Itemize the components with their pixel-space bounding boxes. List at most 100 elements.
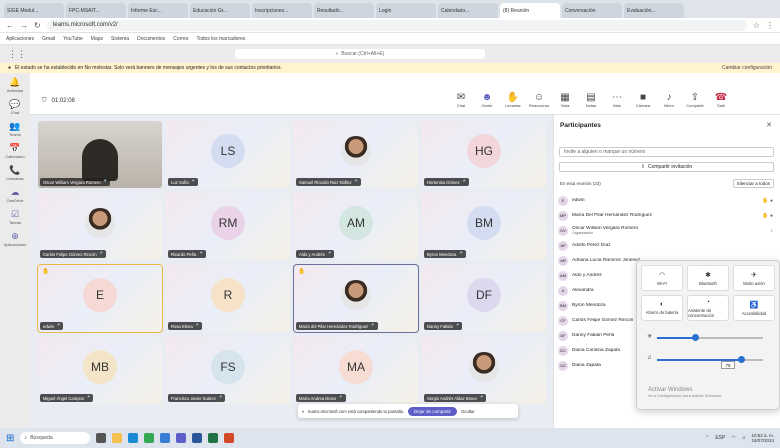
mute-all-button[interactable]: Silenciar a todos	[732, 179, 774, 188]
browser-tab[interactable]: Resultado...	[314, 3, 374, 18]
tool-button[interactable]: ▤ Notas	[580, 93, 602, 109]
volume-slider[interactable]: ♫	[647, 355, 769, 365]
browser-tab[interactable]: Educación Gr...	[190, 3, 250, 18]
forward-icon[interactable]: →	[20, 21, 28, 30]
rail-item[interactable]: 🔔 Actividad	[7, 77, 23, 93]
participant-tile[interactable]: E ✋ edwin 🎤	[37, 264, 163, 333]
invite-input[interactable]: Invite a alguien o marque un número	[559, 147, 774, 157]
participant-tile[interactable]: DF Danny Fabián 🎤	[422, 265, 546, 332]
participant-tile[interactable]: Oscar William Vergara Romero 🎤	[38, 121, 162, 188]
quick-setting-tile[interactable]: ✈ Modo avión	[733, 265, 775, 291]
participant-tile[interactable]: FS Francisco Javier Suárez 🎤	[166, 337, 290, 404]
powerpoint-icon[interactable]	[224, 433, 235, 443]
rail-item[interactable]: 👥 Teams	[9, 121, 21, 137]
tool-button[interactable]: ■ Cámara	[632, 93, 654, 109]
change-settings-link[interactable]: Cambiar configuración	[722, 65, 772, 71]
participant-tile[interactable]: AM Aldo y Andrés 🎤	[294, 193, 418, 260]
rail-item[interactable]: ☑ Tareas	[9, 209, 21, 225]
participant-tile[interactable]: MA María Andrea Bravo 🎤	[294, 337, 418, 404]
speaker-icon[interactable]: ♫	[742, 435, 746, 441]
quick-setting-tile[interactable]: ◔ Asistente de concentración	[687, 295, 729, 321]
brightness-slider[interactable]: ☀	[647, 333, 769, 343]
brightness-knob[interactable]	[691, 334, 699, 341]
tool-button[interactable]: ☻ Gente	[476, 93, 498, 109]
tool-button[interactable]: ▦ Vista	[554, 93, 576, 109]
hide-button[interactable]: Ocultar	[461, 409, 475, 414]
participant-tile[interactable]: BM Byron Mendoza 🎤	[422, 193, 546, 260]
bookmark-item[interactable]: Aplicaciones	[6, 36, 34, 42]
in-meeting-section-header[interactable]: En esta reunión (23)	[560, 181, 601, 186]
participant-tile[interactable]: Sergio Andrés Aldaz Bravo 🎤	[422, 337, 546, 404]
participant-tile[interactable]: ✋ María del Pilar Hernández Rodríguez 🎤	[293, 264, 419, 333]
chevron-up-icon[interactable]: ⌃	[705, 435, 709, 441]
quick-setting-tile[interactable]: ◠ Wi-Fi	[641, 265, 683, 291]
share-invite-button[interactable]: ⇪ Compartir invitación	[559, 162, 774, 172]
teams-search-input[interactable]: ⌕ Buscar (Ctrl+Alt+E)	[235, 49, 485, 59]
tool-button[interactable]: ♪ Micro	[658, 93, 680, 109]
tool-button[interactable]: ☺ Reaccionar	[528, 93, 550, 109]
app-grid-icon[interactable]: ⋮⋮	[8, 49, 26, 60]
rail-item[interactable]: ☁ OneDrive	[7, 187, 24, 203]
browser-tab[interactable]: (8) Reunión	[500, 3, 560, 18]
back-icon[interactable]: ←	[6, 21, 14, 30]
browser-tab[interactable]: Conversación	[562, 3, 622, 18]
url-input[interactable]: teams.microsoft.com/v2/	[46, 19, 747, 31]
rail-item[interactable]: 📞 Llamadas	[6, 165, 23, 181]
tool-button[interactable]: ⋯ Más	[606, 93, 628, 109]
tool-button[interactable]: ✋ Levantar	[502, 93, 524, 109]
bookmark-item[interactable]: YouTube	[63, 36, 83, 42]
rail-item[interactable]: ⊕ Aplicaciones	[4, 231, 26, 247]
teams-icon[interactable]	[176, 433, 187, 443]
reload-icon[interactable]: ↻	[34, 21, 41, 30]
file-explorer-icon[interactable]	[112, 433, 123, 443]
tool-button[interactable]: ☎ Salir	[710, 93, 732, 109]
start-icon[interactable]: ⊞	[6, 433, 14, 444]
bookmark-item[interactable]: Maps	[91, 36, 103, 42]
tool-button[interactable]: ✉ Chat	[450, 93, 472, 109]
browser-tab[interactable]: Evaluación...	[624, 3, 684, 18]
clock[interactable]: 10:52 a. m. 18/07/2024	[751, 433, 774, 443]
stop-sharing-button[interactable]: Dejar de compartir	[408, 406, 458, 416]
participant-row[interactable]: Eedwin ✋ ●	[558, 193, 777, 208]
participant-row[interactable]: MP María Del Pilar Hernández Rodríguez ✋ ●	[558, 208, 777, 223]
participant-tile[interactable]: RM Ricardo Peña 🎤	[166, 193, 290, 260]
participant-tile[interactable]: R Rosa Elena 🎤	[166, 265, 290, 332]
browser-tab[interactable]: SIGE Modul...	[4, 3, 64, 18]
close-icon[interactable]: ✕	[766, 121, 772, 129]
bookmark-item[interactable]: Correo	[173, 36, 188, 42]
language-indicator[interactable]: ESP	[715, 435, 725, 441]
quick-setting-tile[interactable]: ◐ Ahorro de batería	[641, 295, 683, 321]
taskbar-search[interactable]: ⌕ Búsqueda	[20, 432, 91, 444]
bookmark-item[interactable]: Sistema	[111, 36, 129, 42]
task-view-icon[interactable]	[96, 433, 107, 443]
browser-tab[interactable]: Calendario...	[438, 3, 498, 18]
browser-menu-icon[interactable]: ⋮	[766, 21, 774, 30]
participant-tile[interactable]: HG Hortensia Gómez 🎤	[422, 121, 546, 188]
bookmark-item[interactable]: Documentos	[137, 36, 165, 42]
volume-knob[interactable]	[738, 356, 746, 363]
participant-tile[interactable]: Carlos Felipe Gómez Rincón 🎤	[38, 193, 162, 260]
store-icon[interactable]	[160, 433, 171, 443]
participant-tile[interactable]: LS Luz Sofía 🎤	[166, 121, 290, 188]
rail-item[interactable]: 💬 Chat	[9, 99, 20, 115]
chrome-icon[interactable]	[144, 433, 155, 443]
bookmark-item[interactable]: Gmail	[42, 36, 55, 42]
tool-button[interactable]: ⇪ Compartir	[684, 93, 706, 109]
participant-tile[interactable]: Samuel Ricardo Ruiz Núñez 🎤	[294, 121, 418, 188]
rail-item[interactable]: 📅 Calendario	[5, 143, 24, 159]
participant-row[interactable]: AP Adolfo Pérez Díaz	[558, 238, 777, 253]
browser-tab[interactable]: FPC-MSAIT...	[66, 3, 126, 18]
browser-tab[interactable]: Login	[376, 3, 436, 18]
participant-tile[interactable]: MB Miguel Ángel Campos 🎤	[38, 337, 162, 404]
quick-setting-tile[interactable]: ♿ Accesibilidad	[733, 295, 775, 321]
browser-tab[interactable]: Informe Esc...	[128, 3, 188, 18]
excel-icon[interactable]	[208, 433, 219, 443]
quick-setting-tile[interactable]: ✱ Bluetooth	[687, 265, 729, 291]
browser-tab[interactable]: Inscripciones...	[252, 3, 312, 18]
bookmark-star-icon[interactable]: ☆	[753, 21, 760, 30]
edge-icon[interactable]	[128, 433, 139, 443]
participant-row[interactable]: OV Oscar William Vergara Romero Organizado…	[558, 223, 777, 238]
word-icon[interactable]	[192, 433, 203, 443]
wifi-icon[interactable]: ◠	[731, 435, 735, 441]
bookmark-item[interactable]: Todos los marcadores	[196, 36, 245, 42]
